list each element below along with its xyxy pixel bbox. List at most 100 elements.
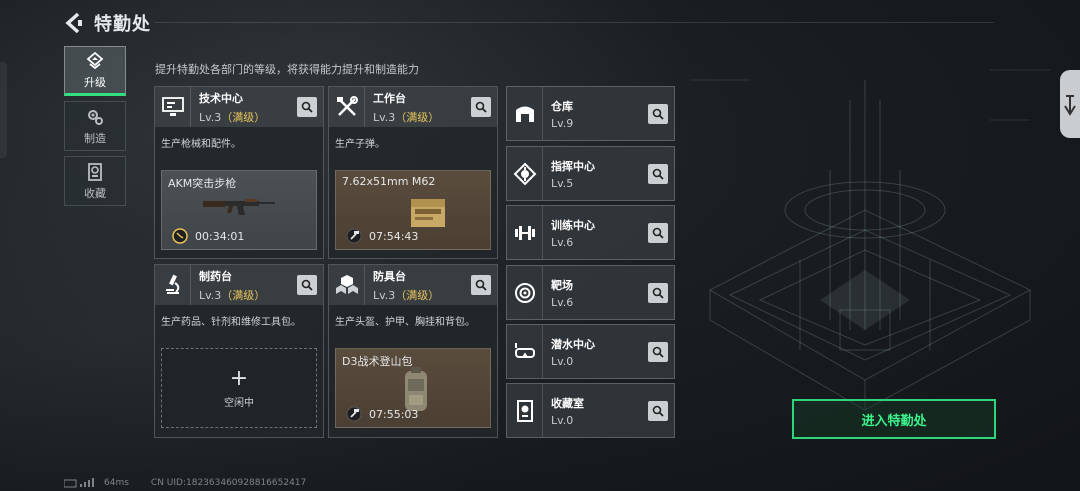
slot-item-name: AKM突击步枪 <box>168 177 237 190</box>
production-slot[interactable]: AKM突击步枪 00:34:01 <box>161 170 317 250</box>
header: 特勤处 <box>64 8 151 38</box>
facility-level: Lv.6 <box>551 295 574 309</box>
dept-description: 生产枪械和配件。 <box>161 139 241 150</box>
max-level-badge: （满级） <box>221 288 266 302</box>
search-icon[interactable] <box>648 283 668 303</box>
card-workbench[interactable]: 工作台 Lv.3（满级） 生产子弹。 7.62x51mm M62 07:54:4… <box>328 86 498 259</box>
signal-indicator: 64ms <box>64 478 129 488</box>
gears-icon <box>88 109 103 125</box>
dept-description: 生产药品、针剂和维修工具包。 <box>161 317 301 328</box>
dept-level: Lv.3 <box>199 288 222 302</box>
facility-level: Lv.0 <box>551 413 574 427</box>
tab-craft-label: 制造 <box>84 131 106 145</box>
clock-icon <box>172 228 188 244</box>
card-header: 工作台 Lv.3（满级） <box>329 87 497 127</box>
dept-name: 防具台 <box>373 269 406 283</box>
slot-timer: 07:54:43 <box>369 229 419 243</box>
dept-level: Lv.3 <box>373 110 396 124</box>
hammer-icon <box>346 406 362 422</box>
search-icon[interactable] <box>648 223 668 243</box>
facility-name: 仓库 <box>551 99 573 113</box>
search-icon[interactable] <box>648 104 668 124</box>
card-pharmacy[interactable]: 制药台 Lv.3（满级） 生产药品、针剂和维修工具包。 + 空闲中 <box>154 264 324 438</box>
subtitle: 提升特勤处各部门的等级，将获得能力提升和制造能力 <box>155 63 419 76</box>
search-icon[interactable] <box>648 401 668 421</box>
status-footer: 64ms CN UID:18236346092881665241​7 <box>64 478 306 488</box>
dept-name: 技术中心 <box>199 91 243 105</box>
tab-upgrade-label: 升级 <box>84 75 106 89</box>
side-handle-icon <box>1064 95 1076 116</box>
tools-icon <box>329 87 365 127</box>
cubes-icon <box>329 265 365 305</box>
ammo-box-icon <box>411 199 446 227</box>
microscope-icon <box>155 265 191 305</box>
ping-label: 64ms <box>104 478 129 488</box>
max-level-badge: （满级） <box>395 288 440 302</box>
idle-label: 空闲中 <box>224 397 254 409</box>
target-icon <box>507 266 543 319</box>
facility-level: Lv.5 <box>551 176 574 190</box>
tab-collection-label: 收藏 <box>84 186 106 200</box>
dept-name: 工作台 <box>373 91 406 105</box>
idle-slot[interactable]: + 空闲中 <box>161 348 317 428</box>
slot-timer: 07:55:03 <box>369 407 419 421</box>
tab-collection[interactable]: 收藏 <box>64 156 126 206</box>
facility-diving-center[interactable]: 潜水中心 Lv.0 <box>506 324 675 379</box>
facility-training-center[interactable]: 训练中心 Lv.6 <box>506 205 675 260</box>
facility-level: Lv.6 <box>551 235 574 249</box>
slot-item-name: 7.62x51mm M62 <box>342 175 436 188</box>
computer-icon <box>155 87 191 127</box>
base-hologram <box>690 69 1050 411</box>
search-icon[interactable] <box>471 275 491 295</box>
facility-name: 潜水中心 <box>551 337 595 351</box>
card-armor-bench[interactable]: 防具台 Lv.3（满级） 生产头盔、护甲、胸挂和背包。 D3战术登山包 07:5… <box>328 264 498 438</box>
card-header: 技术中心 Lv.3（满级） <box>155 87 323 127</box>
facility-shooting-range[interactable]: 靶场 Lv.6 <box>506 265 675 320</box>
back-arrow-icon[interactable] <box>64 11 84 35</box>
max-level-badge: （满级） <box>221 110 266 124</box>
card-header: 防具台 Lv.3（满级） <box>329 265 497 305</box>
dept-name: 制药台 <box>199 269 232 283</box>
facility-name: 指挥中心 <box>551 159 595 173</box>
facility-name: 训练中心 <box>551 218 595 232</box>
facility-command-center[interactable]: 指挥中心 Lv.5 <box>506 146 675 201</box>
production-slot[interactable]: 7.62x51mm M62 07:54:43 <box>335 170 491 250</box>
signal-icon <box>64 478 94 488</box>
facility-level: Lv.0 <box>551 354 574 368</box>
card-tech-center[interactable]: 技术中心 Lv.3（满级） 生产枪械和配件。 AKM突击步枪 00:34:01 <box>154 86 324 259</box>
search-icon[interactable] <box>297 275 317 295</box>
sidebar: 升级 制造 收藏 <box>64 46 126 211</box>
uid-label: CN UID:18236346092881665241​7 <box>150 478 307 488</box>
search-icon[interactable] <box>471 97 491 117</box>
side-panel-handle[interactable] <box>1060 70 1080 138</box>
slot-timer: 00:34:01 <box>195 229 245 243</box>
production-slot[interactable]: D3战术登山包 07:55:03 <box>335 348 491 428</box>
tab-upgrade[interactable]: 升级 <box>64 46 126 96</box>
collection-room-icon <box>507 384 543 437</box>
dept-description: 生产子弹。 <box>335 139 385 150</box>
facility-name: 收藏室 <box>551 396 584 410</box>
search-icon[interactable] <box>648 164 668 184</box>
page-title: 特勤处 <box>94 14 151 35</box>
dumbbell-icon <box>507 206 543 259</box>
facility-collection-room[interactable]: 收藏室 Lv.0 <box>506 383 675 438</box>
upgrade-icon <box>86 51 104 69</box>
plus-icon: + <box>229 365 249 391</box>
search-icon[interactable] <box>648 342 668 362</box>
collection-icon <box>88 162 102 181</box>
dept-description: 生产头盔、护甲、胸挂和背包。 <box>335 317 475 328</box>
diving-mask-icon <box>507 325 543 378</box>
warehouse-icon <box>507 87 543 140</box>
facility-warehouse[interactable]: 仓库 Lv.9 <box>506 86 675 141</box>
command-icon <box>507 147 543 200</box>
dept-level: Lv.3 <box>373 288 396 302</box>
enter-special-ops-button[interactable]: 进入特勤处 <box>792 399 996 439</box>
dept-level: Lv.3 <box>199 110 222 124</box>
rifle-icon <box>203 199 275 215</box>
header-divider <box>154 22 994 23</box>
left-edge-handle <box>0 62 7 158</box>
tab-craft[interactable]: 制造 <box>64 101 126 151</box>
max-level-badge: （满级） <box>395 110 440 124</box>
facility-level: Lv.9 <box>551 116 574 130</box>
search-icon[interactable] <box>297 97 317 117</box>
